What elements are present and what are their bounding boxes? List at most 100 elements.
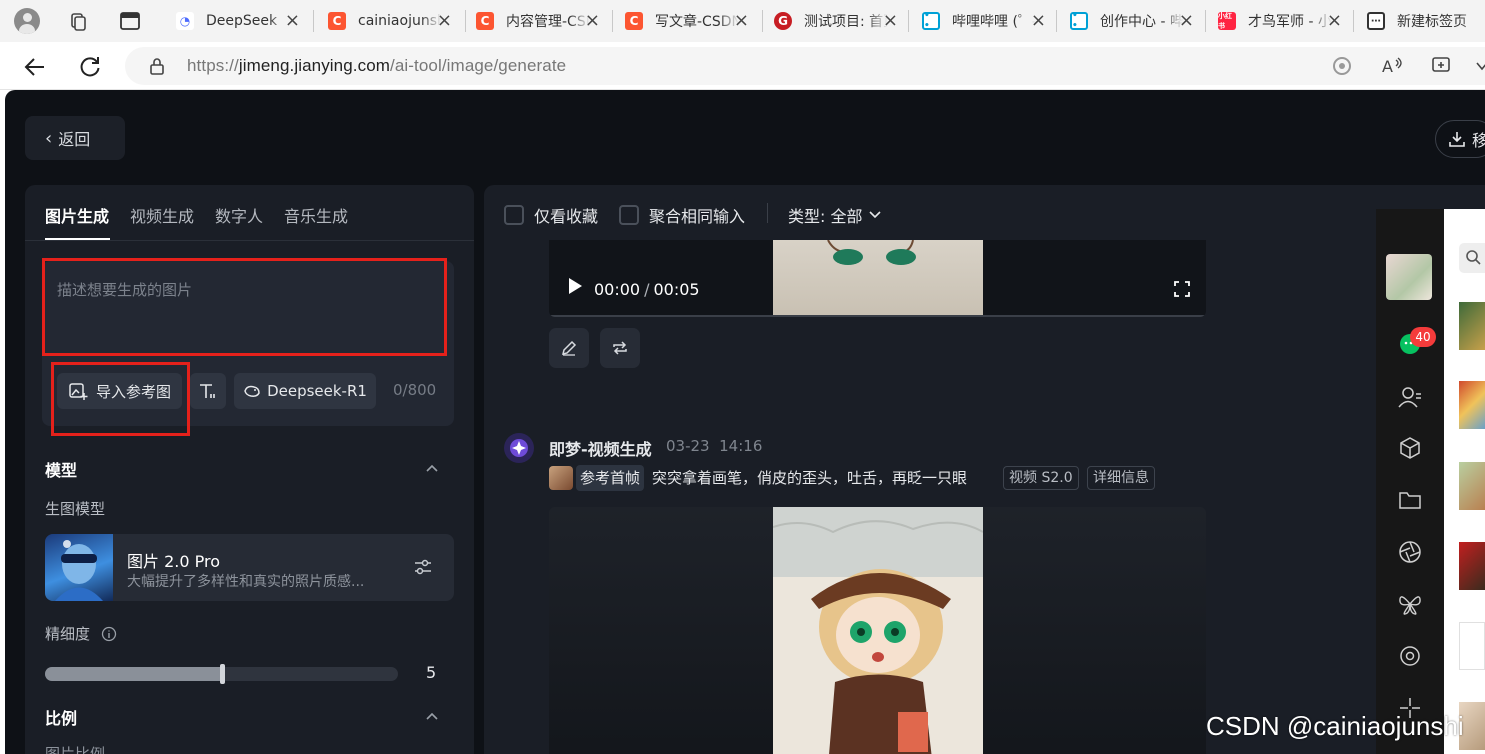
profile-button[interactable]	[10, 7, 44, 35]
bilibili-icon: • •	[1070, 11, 1088, 31]
refresh-icon[interactable]	[77, 54, 103, 80]
browser-tab-deepseek[interactable]: ◔ DeepSeek ×	[166, 4, 308, 38]
browser-tab-bilibili-creator[interactable]: • • 创作中心 - 哔哩 ×	[1060, 4, 1202, 38]
close-tab-icon[interactable]: ×	[585, 10, 600, 31]
url-text: https://jimeng.jianying.com/ai-tool/imag…	[187, 56, 566, 76]
info-icon[interactable]	[101, 626, 117, 642]
fullscreen-icon[interactable]	[1173, 280, 1191, 298]
side-dock: 40	[1376, 209, 1444, 754]
checkbox[interactable]	[619, 205, 639, 225]
browser-tab-test-project[interactable]: G 测试项目: 首页 ×	[764, 4, 906, 38]
aperture-icon[interactable]	[1397, 539, 1423, 565]
user-avatar[interactable]	[1386, 254, 1432, 300]
slider-thumb[interactable]	[219, 664, 225, 684]
precision-slider[interactable]	[45, 664, 398, 684]
tab-title: 新建标签页	[1397, 14, 1467, 30]
regenerate-button[interactable]	[600, 328, 640, 368]
slider-fill	[45, 667, 222, 681]
browser-tab-content-manage[interactable]: C 内容管理-CSDN ×	[466, 4, 608, 38]
feed-item[interactable]	[1459, 542, 1485, 590]
settings-sliders-icon[interactable]	[413, 557, 433, 577]
checkbox[interactable]	[504, 205, 524, 225]
play-icon[interactable]	[569, 278, 582, 294]
side-feed	[1444, 209, 1485, 754]
search-icon[interactable]	[1459, 243, 1485, 273]
browser-tab-write-article[interactable]: C 写文章-CSDN ×	[615, 4, 757, 38]
url-host: jimeng.jianying.com	[238, 56, 391, 75]
deepseek-label: Deepseek-R1	[267, 382, 367, 400]
feed-item[interactable]	[1459, 462, 1485, 510]
butterfly-icon[interactable]	[1397, 591, 1423, 617]
video-frame	[773, 507, 983, 754]
reference-frame-thumbnail[interactable]	[549, 466, 573, 490]
tab-video-generate[interactable]: 视频生成	[130, 203, 194, 227]
heart-icon[interactable]	[1475, 55, 1485, 77]
details-tag[interactable]: 详细信息	[1087, 466, 1155, 490]
type-label: 类型: 全部	[788, 207, 863, 226]
close-tab-icon[interactable]: ×	[1179, 10, 1194, 31]
model-tag[interactable]: 视频 S2.0	[1003, 466, 1079, 490]
close-tab-icon[interactable]: ×	[285, 10, 300, 31]
tab-separator	[1353, 10, 1354, 32]
cube-icon[interactable]	[1397, 435, 1423, 461]
feed-item[interactable]	[1459, 302, 1485, 350]
generation-clock: 14:16	[719, 437, 763, 455]
edit-button[interactable]	[549, 328, 589, 368]
deepseek-model-pill[interactable]: Deepseek-R1	[234, 373, 376, 409]
tab-separator	[1056, 10, 1057, 32]
feed-item[interactable]	[1459, 622, 1485, 670]
browser-tab-bilibili[interactable]: • • 哔哩哔哩 (゜-゜) ×	[912, 4, 1054, 38]
lock-icon[interactable]	[149, 57, 165, 75]
filter-merge-same-input[interactable]: 聚合相同输入	[619, 203, 745, 227]
tab-music-generate[interactable]: 音乐生成	[284, 203, 348, 227]
time-separator: /	[644, 280, 650, 299]
generation-title: 即梦-视频生成	[549, 440, 652, 459]
close-tab-icon[interactable]: ×	[437, 10, 452, 31]
close-tab-icon[interactable]: ×	[734, 10, 749, 31]
download-label: 移	[1472, 131, 1485, 150]
video-progress-bar[interactable]	[549, 315, 1206, 317]
tab-separator	[612, 10, 613, 32]
url-prefix: https://	[187, 56, 239, 75]
mini-program-icon[interactable]	[1397, 643, 1423, 669]
chevron-up-icon[interactable]	[425, 461, 439, 475]
pencil-icon	[561, 340, 577, 356]
close-tab-icon[interactable]: ×	[1327, 10, 1342, 31]
csdn-c-icon: C	[328, 12, 346, 30]
back-button[interactable]: ‹ 返回	[25, 116, 125, 160]
new-tab-icon: ⋯	[1367, 12, 1385, 30]
tab-title: 内容管理-CSDN	[506, 14, 590, 30]
close-tab-icon[interactable]: ×	[883, 10, 898, 31]
url-bar[interactable]: https://jimeng.jianying.com/ai-tool/imag…	[125, 47, 1485, 85]
browser-tab-new-tab[interactable]: ⋯ 新建标签页	[1357, 4, 1485, 38]
tab-digital-human[interactable]: 数字人	[215, 203, 263, 227]
back-label: 返回	[58, 130, 91, 149]
back-arrow-icon[interactable]	[22, 54, 48, 80]
text-format-icon	[200, 384, 215, 398]
browser-tab-csdn-blog[interactable]: C cainiaojunshi ×	[318, 4, 460, 38]
app-install-icon[interactable]	[1431, 55, 1453, 77]
tab-title: 创作中心 - 哔哩	[1100, 14, 1184, 30]
read-aloud-icon[interactable]: A	[1381, 55, 1405, 77]
filter-favorites[interactable]: 仅看收藏	[504, 203, 598, 227]
download-button[interactable]: 移	[1435, 120, 1485, 158]
tab-actions-icon[interactable]	[118, 9, 142, 33]
precision-label: 精细度	[45, 625, 91, 643]
video-player-2[interactable]	[549, 507, 1206, 754]
csdn-watermark: CSDN @cainiaojunshi	[1206, 711, 1464, 741]
tab-image-generate[interactable]: 图片生成	[45, 203, 109, 227]
type-dropdown[interactable]: 类型: 全部	[788, 203, 882, 227]
folder-icon[interactable]	[1397, 487, 1423, 513]
feed-item[interactable]	[1459, 381, 1485, 429]
chevron-up-icon[interactable]	[425, 709, 439, 723]
close-tab-icon[interactable]: ×	[1031, 10, 1046, 31]
contacts-icon[interactable]	[1397, 384, 1423, 410]
workspaces-icon[interactable]	[66, 9, 90, 33]
browser-tab-xiaohongshu[interactable]: 小红书 才鸟军师 - 小红书 ×	[1208, 4, 1350, 38]
model-card[interactable]: 图片 2.0 Pro 大幅提升了多样性和真实的照片质感...	[45, 534, 454, 601]
edge-refresh-icon[interactable]	[1331, 55, 1353, 77]
video-player-1[interactable]: 00:00/00:05	[549, 240, 1206, 317]
download-icon	[1449, 132, 1465, 147]
text-style-button[interactable]	[190, 373, 226, 409]
reference-frame-label[interactable]: 参考首帧	[576, 465, 645, 491]
